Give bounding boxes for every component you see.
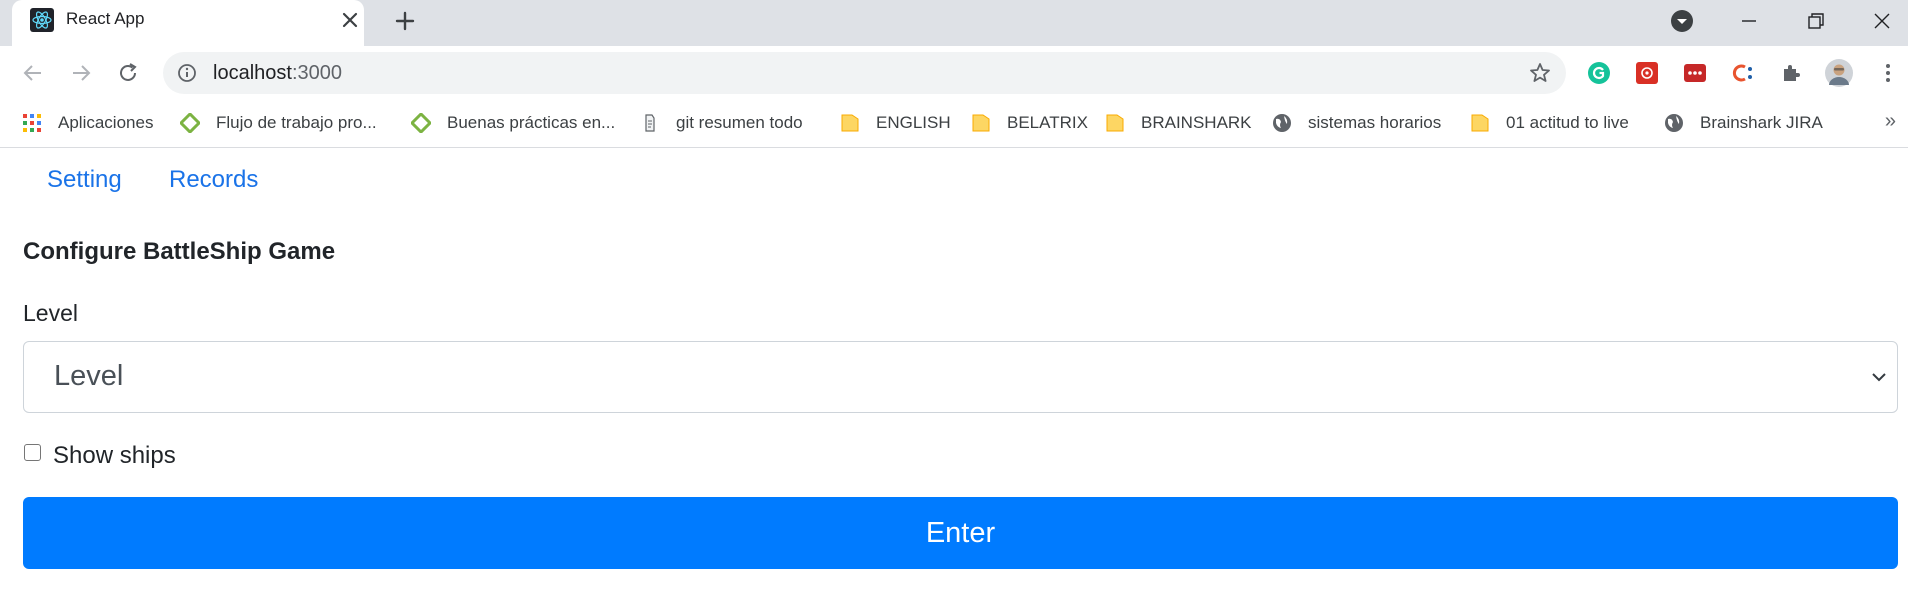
chevron-down-icon: [1671, 10, 1693, 32]
react-icon: [30, 8, 54, 32]
extensions-menu-button[interactable]: [1777, 59, 1805, 87]
forward-button[interactable]: [66, 58, 96, 88]
puzzle-icon: [1784, 65, 1800, 81]
level-select[interactable]: Level: [23, 341, 1898, 413]
extension-button[interactable]: [1633, 59, 1661, 87]
bookmark-git[interactable]: git resumen todo: [640, 110, 803, 136]
bookmark-label: git resumen todo: [676, 113, 803, 132]
browser-tab[interactable]: React App: [12, 0, 364, 46]
folder-icon: [1106, 114, 1124, 132]
close-icon: [1874, 13, 1890, 29]
tab-close-icon[interactable]: [338, 8, 362, 32]
extension-icon: [1636, 62, 1658, 84]
diamond-icon: [411, 113, 431, 133]
nav-link-setting[interactable]: Setting: [47, 166, 122, 194]
clockify-icon: [1732, 64, 1752, 82]
bookmark-label: BELATRIX: [1007, 113, 1088, 132]
reload-icon: [120, 63, 137, 81]
bookmark-flujo[interactable]: Flujo de trabajo pro...: [180, 110, 377, 136]
url-text: localhost:3000: [213, 62, 342, 85]
app-page: Setting Records Configure BattleShip Gam…: [0, 149, 1908, 607]
bookmark-belatrix[interactable]: BELATRIX: [971, 110, 1088, 136]
minimize-icon: [1742, 20, 1756, 22]
lastpass-icon: [1684, 64, 1706, 82]
bookmark-label: Brainshark JIRA: [1700, 113, 1823, 132]
bookmark-apps[interactable]: Aplicaciones: [22, 110, 153, 136]
forward-arrow-icon: [73, 65, 91, 81]
window-close-button[interactable]: [1865, 4, 1899, 38]
lastpass-button[interactable]: [1681, 59, 1709, 87]
back-button[interactable]: [18, 58, 48, 88]
star-icon[interactable]: [1528, 61, 1552, 85]
bookmark-label: 01 actitud to live: [1506, 113, 1629, 132]
bookmark-label: Flujo de trabajo pro...: [216, 113, 377, 132]
apps-grid-icon: [23, 114, 41, 132]
browser-toolbar: localhost:3000: [0, 46, 1908, 100]
folder-icon: [1471, 114, 1489, 132]
chevron-down-icon: [1872, 373, 1886, 382]
bookmark-brainshark[interactable]: BRAINSHARK: [1105, 110, 1252, 136]
enter-button[interactable]: Enter: [23, 497, 1898, 569]
back-arrow-icon: [23, 65, 41, 81]
page-icon: [645, 114, 655, 132]
restore-icon: [1808, 13, 1824, 29]
diamond-icon: [180, 113, 200, 133]
chrome-menu-button[interactable]: [1874, 59, 1902, 87]
level-label: Level: [23, 300, 78, 326]
grammarly-icon: [1588, 62, 1610, 84]
folder-icon: [841, 114, 859, 132]
profile-button[interactable]: [1825, 59, 1853, 87]
bookmark-label: BRAINSHARK: [1141, 113, 1252, 132]
show-ships-checkbox[interactable]: [24, 444, 41, 461]
tab-strip: React App: [0, 0, 1908, 46]
avatar: [1825, 59, 1853, 87]
profile-dropdown-button[interactable]: [1665, 4, 1699, 38]
bookmark-label: ENGLISH: [876, 113, 951, 132]
new-tab-icon[interactable]: [390, 6, 420, 36]
bookmarks-overflow-button[interactable]: »: [1885, 110, 1896, 133]
bookmark-buenas-practicas[interactable]: Buenas prácticas en...: [411, 110, 615, 136]
bookmark-actitud[interactable]: 01 actitud to live: [1470, 110, 1629, 136]
bookmark-label: sistemas horarios: [1308, 113, 1442, 132]
minimize-button[interactable]: [1732, 4, 1766, 38]
more-menu-icon: [1886, 64, 1890, 82]
bookmark-label: Aplicaciones: [58, 113, 154, 132]
reload-button[interactable]: [113, 58, 143, 88]
tab-title: React App: [66, 9, 145, 28]
bookmark-label: Buenas prácticas en...: [447, 113, 616, 132]
globe-icon: [1665, 114, 1683, 132]
clockify-button[interactable]: [1729, 59, 1757, 87]
globe-icon: [1273, 114, 1291, 132]
show-ships-label[interactable]: Show ships: [53, 442, 176, 470]
folder-icon: [972, 114, 990, 132]
form-heading: Configure BattleShip Game: [23, 238, 336, 265]
bookmark-brainshark-jira[interactable]: Brainshark JIRA: [1664, 110, 1823, 136]
url-port: :3000: [291, 62, 342, 84]
restore-button[interactable]: [1799, 4, 1833, 38]
grammarly-button[interactable]: [1585, 59, 1613, 87]
nav-link-records[interactable]: Records: [169, 166, 258, 194]
bookmark-english[interactable]: ENGLISH: [840, 110, 951, 136]
info-icon[interactable]: [177, 63, 197, 83]
bookmarks-bar: Aplicaciones Flujo de trabajo pro... Bue…: [0, 100, 1908, 148]
url-host: localhost: [213, 62, 292, 84]
bookmark-sistemas-horarios[interactable]: sistemas horarios: [1272, 110, 1441, 136]
address-bar[interactable]: localhost:3000: [163, 52, 1566, 94]
level-select-value: Level: [54, 360, 124, 392]
